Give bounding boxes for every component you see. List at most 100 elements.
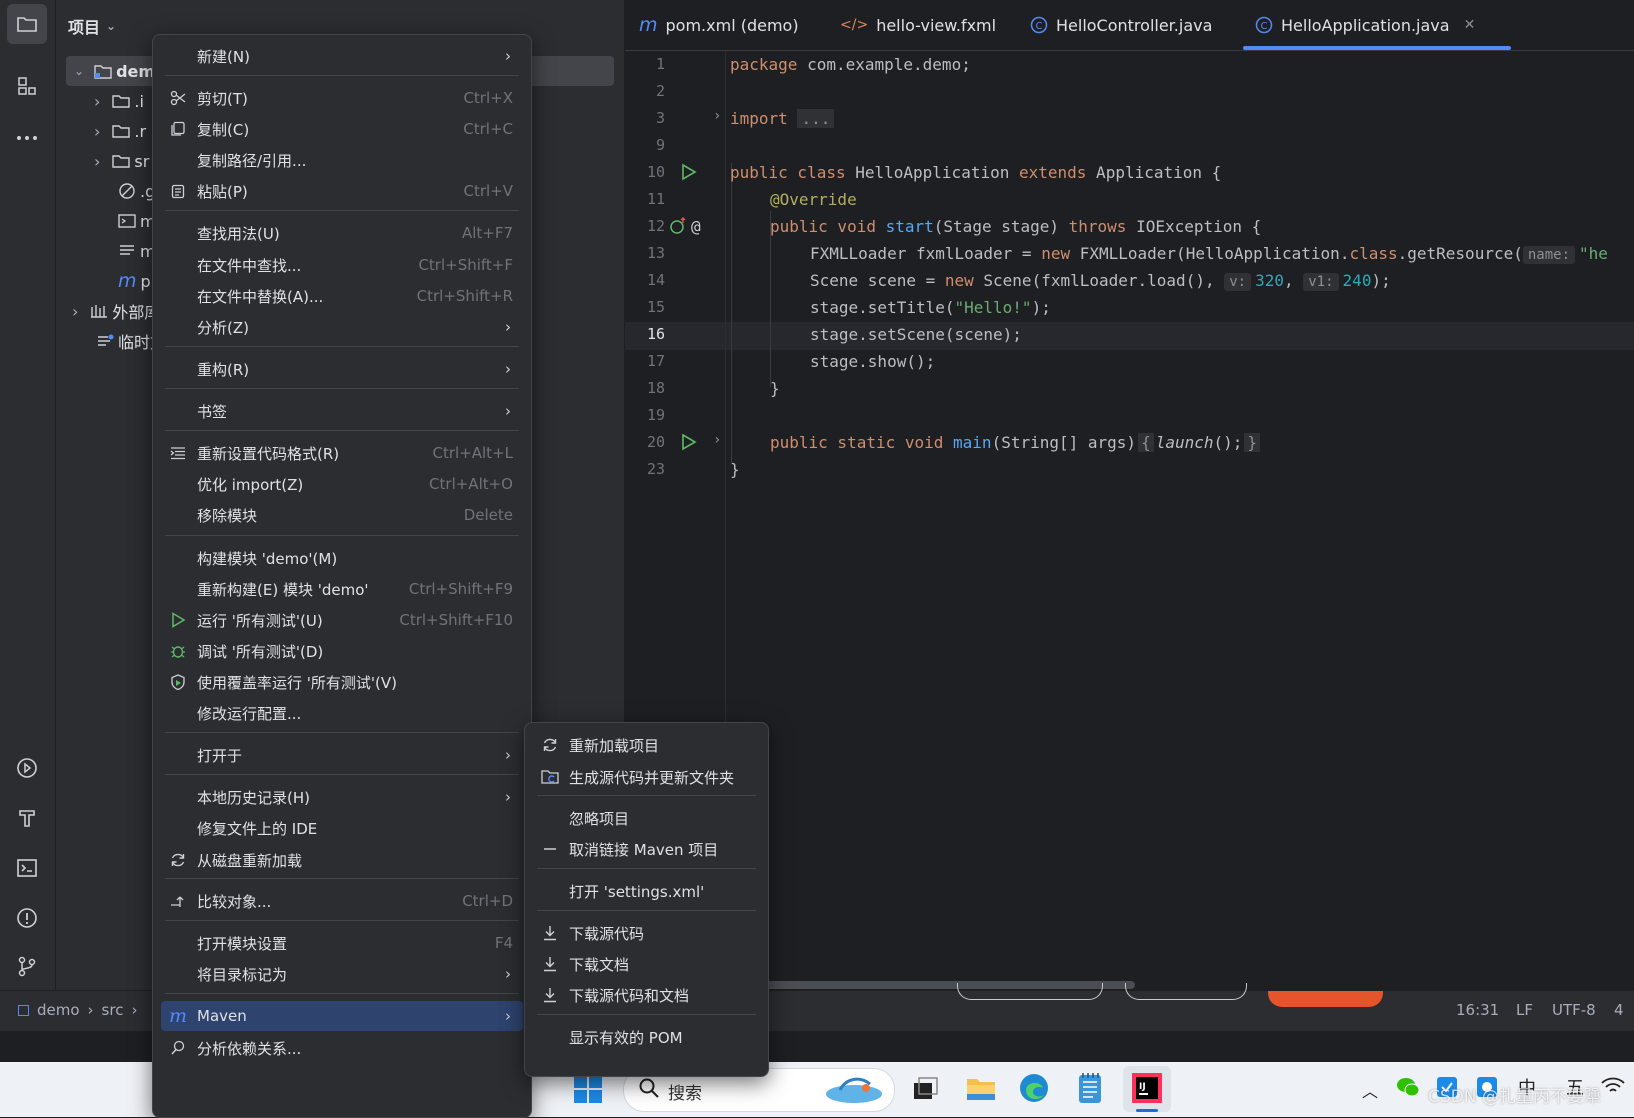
editor-tabs: m pom.xml (demo) </> hello-view.fxml C H… [625, 0, 1634, 51]
tab-hello-view-fxml[interactable]: </> hello-view.fxml [840, 12, 996, 38]
override-gutter-icon[interactable] [669, 217, 689, 235]
project-panel-title[interactable]: 项目 ⌄ [68, 14, 116, 38]
tab-label: pom.xml (demo) [665, 15, 799, 35]
tray-expand-icon[interactable]: ︿ [1362, 1078, 1378, 1102]
menu-reformat-code[interactable]: 重新设置代码格式(R) Ctrl+Alt+L [161, 438, 523, 468]
maven-download-sources-and-docs[interactable]: 下载源代码和文档 [533, 980, 760, 1010]
maven-open-settings-xml[interactable]: 打开 'settings.xml' [533, 876, 760, 906]
line-number: 2 [655, 82, 665, 100]
notepad-icon[interactable] [1076, 1071, 1104, 1105]
problems-icon[interactable] [7, 898, 47, 938]
maven-download-sources[interactable]: 下载源代码 [533, 918, 760, 948]
chevron-right-icon: › [505, 1007, 511, 1025]
caret-position[interactable]: 16:31 [1456, 1001, 1499, 1019]
git-branch-icon[interactable] [7, 946, 47, 986]
menu-item-label: 比较对象... [197, 892, 272, 911]
line-separator[interactable]: LF [1516, 1001, 1533, 1019]
file-explorer-icon[interactable] [965, 1072, 997, 1104]
menu-replace-in-files[interactable]: 在文件中替换(A)... Ctrl+Shift+R [161, 281, 523, 311]
search-placeholder: 搜索 [668, 1084, 702, 1104]
menu-analyze-dependencies[interactable]: 分析依赖关系... [161, 1033, 523, 1063]
wechat-tray-icon[interactable] [1396, 1076, 1420, 1098]
run-gutter-icon[interactable] [679, 163, 697, 181]
menu-rebuild-module[interactable]: 重新构建(E) 模块 'demo' Ctrl+Shift+F9 [161, 574, 523, 604]
tab-hello-application[interactable]: C HelloApplication.java ✕ [1242, 12, 1512, 50]
maven-unlink-project[interactable]: 取消链接 Maven 项目 [533, 834, 760, 864]
menu-item-shortcut: Ctrl+Shift+R [416, 287, 513, 305]
menu-paste[interactable]: 粘贴(P) Ctrl+V [161, 176, 523, 206]
menu-item-shortcut: Ctrl+X [463, 89, 513, 107]
run-gutter-icon[interactable] [679, 433, 697, 451]
maven-show-effective-pom[interactable]: 显示有效的 POM [533, 1022, 760, 1052]
line-number: 3 [655, 109, 665, 127]
menu-maven[interactable]: m Maven › [161, 1001, 523, 1031]
maven-download-docs[interactable]: 下载文档 [533, 949, 760, 979]
folded-imports[interactable]: ... [797, 109, 835, 128]
code-line-13: FXMLLoader fxmlLoader = new FXMLLoader(H… [810, 244, 1608, 264]
indent-setting[interactable]: 4 [1614, 1001, 1624, 1019]
menu-separator [165, 430, 519, 431]
close-icon[interactable]: ✕ [1464, 17, 1476, 33]
menu-repair-ide[interactable]: 修复文件上的 IDE [161, 813, 523, 843]
menu-open-module-settings[interactable]: 打开模块设置 F4 [161, 928, 523, 958]
menu-item-label: 剪切(T) [197, 89, 248, 108]
build-hammer-icon[interactable] [7, 798, 47, 838]
menu-build-module[interactable]: 构建模块 'demo'(M) [161, 543, 523, 573]
menu-item-label: 将目录标记为 [197, 965, 288, 984]
menu-find-usages[interactable]: 查找用法(U) Alt+F7 [161, 218, 523, 248]
menu-item-shortcut: Ctrl+Shift+F10 [399, 611, 513, 629]
paste-icon [169, 182, 187, 200]
menu-modify-run-config[interactable]: 修改运行配置... [161, 698, 523, 728]
intellij-taskbar-button[interactable]: IJ [1123, 1066, 1171, 1112]
code-line-16: stage.setScene(scene); [810, 325, 1022, 344]
menu-bookmarks[interactable]: 书签 › [161, 396, 523, 426]
menu-item-label: 调试 '所有测试'(D) [197, 642, 324, 661]
terminal-icon[interactable] [7, 848, 47, 888]
breadcrumb-item[interactable]: demo [37, 1001, 80, 1019]
task-view-icon[interactable] [910, 1074, 940, 1104]
menu-separator [165, 75, 519, 76]
file-encoding[interactable]: UTF-8 [1552, 1001, 1596, 1019]
tab-pom-xml[interactable]: m pom.xml (demo) [639, 12, 799, 38]
at-annotation-icon[interactable]: @ [691, 217, 701, 236]
code-editor[interactable]: 1 2 3 9 10 11 12 13 14 15 16 17 18 19 20… [625, 51, 1634, 991]
menu-copy-path[interactable]: 复制路径/引用... [161, 145, 523, 175]
breadcrumb-item[interactable]: src [102, 1001, 124, 1019]
tab-label: hello-view.fxml [876, 15, 997, 35]
more-tools-icon[interactable] [7, 118, 47, 158]
menu-item-label: 打开 'settings.xml' [569, 882, 705, 901]
tab-hello-controller[interactable]: C HelloController.java [1030, 12, 1212, 38]
code-line-23: } [730, 460, 740, 479]
menu-new[interactable]: 新建(N) › [161, 41, 523, 71]
menu-analyze[interactable]: 分析(Z) › [161, 312, 523, 342]
menu-reload-from-disk[interactable]: 从磁盘重新加载 [161, 845, 523, 875]
edge-browser-icon[interactable] [1018, 1072, 1050, 1104]
menu-run-with-coverage[interactable]: 使用覆盖率运行 '所有测试'(V) [161, 667, 523, 697]
menu-local-history[interactable]: 本地历史记录(H) › [161, 782, 523, 812]
fold-chevron-icon[interactable]: › [713, 432, 721, 448]
wifi-icon[interactable] [1600, 1076, 1626, 1096]
maven-ignore-project[interactable]: 忽略项目 [533, 803, 760, 833]
maven-reload-project[interactable]: 重新加载项目 [533, 730, 760, 760]
menu-item-label: 在文件中替换(A)... [197, 287, 324, 306]
menu-open-in[interactable]: 打开于 › [161, 740, 523, 770]
services-icon[interactable] [7, 748, 47, 788]
maven-generate-sources[interactable]: 生成源代码并更新文件夹 [533, 762, 760, 792]
menu-separator [165, 210, 519, 211]
menu-remove-module[interactable]: 移除模块 Delete [161, 500, 523, 530]
project-folder-icon[interactable] [7, 4, 47, 44]
menu-cut[interactable]: 剪切(T) Ctrl+X [161, 83, 523, 113]
menu-refactor[interactable]: 重构(R) › [161, 354, 523, 384]
menu-find-in-files[interactable]: 在文件中查找... Ctrl+Shift+F [161, 250, 523, 280]
structure-icon[interactable] [7, 66, 47, 106]
menu-copy[interactable]: 复制(C) Ctrl+C [161, 114, 523, 144]
menu-compare-with[interactable]: 比较对象... Ctrl+D [161, 886, 523, 916]
menu-mark-directory-as[interactable]: 将目录标记为 › [161, 959, 523, 989]
fold-chevron-icon[interactable]: › [713, 108, 721, 124]
menu-run-all-tests[interactable]: 运行 '所有测试'(U) Ctrl+Shift+F10 [161, 605, 523, 635]
line-number: 18 [646, 379, 665, 397]
compare-icon [169, 892, 187, 910]
menu-optimize-imports[interactable]: 优化 import(Z) Ctrl+Alt+O [161, 469, 523, 499]
windows-start-icon[interactable] [573, 1074, 603, 1104]
menu-debug-all-tests[interactable]: 调试 '所有测试'(D) [161, 636, 523, 666]
